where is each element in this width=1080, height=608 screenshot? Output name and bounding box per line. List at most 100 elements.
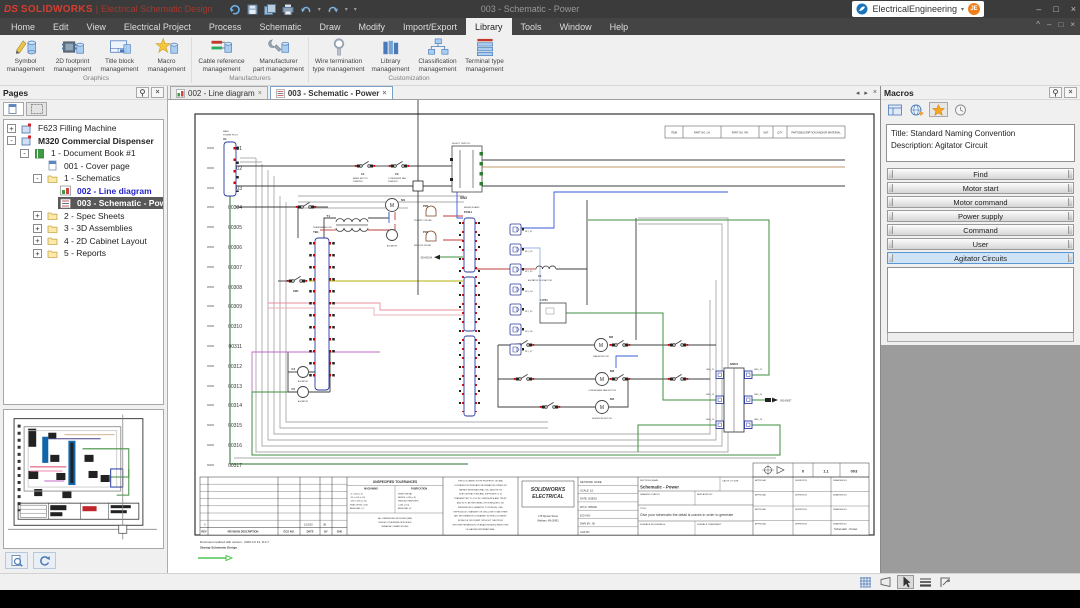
menu-view[interactable]: View — [78, 18, 115, 35]
print-icon[interactable] — [282, 3, 294, 16]
tree-item-3d-assemblies[interactable]: + 3 - 3D Assemblies — [4, 222, 163, 235]
macro-recent-icon[interactable] — [951, 102, 970, 117]
undo-dropdown-icon[interactable]: ▾ — [318, 6, 321, 13]
expand-toggle[interactable]: + — [7, 123, 16, 133]
title-block-management-button[interactable]: Title block management — [96, 35, 143, 75]
tab-line-diagram[interactable]: 002 - Line diagram × — [170, 86, 268, 99]
wire-termination-type-button[interactable]: Wire termination type management — [310, 35, 367, 75]
panel-pin-icon[interactable] — [136, 87, 149, 98]
drawing-area[interactable]: ITEM PART NO. LH PART NO. RH SHT QTY PAR… — [168, 100, 880, 573]
macro-favorites-icon[interactable] — [929, 102, 948, 117]
expand-toggle[interactable]: + — [33, 211, 42, 221]
tree-item-m320[interactable]: - M320 Commercial Dispenser — [4, 135, 163, 148]
panel-close-icon[interactable]: × — [151, 87, 164, 98]
preview-zoom-icon[interactable] — [5, 552, 28, 569]
pan-icon[interactable] — [229, 3, 241, 16]
tab-next-icon[interactable]: ▸ — [864, 89, 868, 97]
tab-prev-icon[interactable]: ◂ — [856, 89, 860, 97]
expand-toggle[interactable]: - — [33, 173, 42, 183]
menu-home[interactable]: Home — [2, 18, 44, 35]
classification-management-button[interactable]: Classification management — [414, 35, 461, 75]
doc-close-icon[interactable]: × — [1070, 20, 1075, 29]
macro-items-list[interactable] — [887, 267, 1074, 333]
qat-customize-icon[interactable]: ▾ — [354, 6, 357, 13]
macro-group-power-supply[interactable]: Power supply — [887, 210, 1074, 222]
save-all-icon[interactable] — [263, 3, 276, 16]
frames-view-tab-icon[interactable] — [26, 102, 47, 116]
pages-view-tab-icon[interactable] — [3, 102, 24, 116]
tree-item-schematic-power[interactable]: 003 - Schematic - Power — [4, 197, 163, 210]
macro-group-user[interactable]: User — [887, 238, 1074, 250]
expand-toggle[interactable]: - — [7, 136, 16, 146]
close-button[interactable]: × — [1071, 4, 1076, 14]
panel-close-icon[interactable]: × — [1064, 87, 1077, 98]
snap-corner-icon[interactable] — [937, 575, 954, 589]
expand-toggle[interactable]: - — [20, 148, 29, 158]
account-dropdown-icon[interactable]: ▾ — [961, 6, 964, 13]
avatar[interactable]: JE — [968, 3, 980, 15]
terminal-type-management-button[interactable]: Terminal type management — [461, 35, 508, 75]
manufacturer-part-management-button[interactable]: Manufacturer part management — [250, 35, 307, 75]
menu-help[interactable]: Help — [601, 18, 638, 35]
menu-schematic[interactable]: Schematic — [250, 18, 310, 35]
redo-icon[interactable] — [327, 3, 339, 16]
menu-process[interactable]: Process — [200, 18, 251, 35]
save-icon[interactable] — [247, 3, 258, 16]
expand-toggle[interactable]: + — [33, 248, 42, 258]
cable-reference-management-button[interactable]: Cable reference management — [193, 35, 250, 75]
view-fit-icon[interactable] — [877, 575, 894, 589]
page-thumbnail-preview[interactable] — [3, 409, 164, 549]
button-label: management — [6, 66, 45, 74]
grid-snap-icon[interactable] — [857, 575, 874, 589]
button-label: Library — [380, 58, 401, 65]
library-management-button[interactable]: Library management — [367, 35, 414, 75]
tree-item-cover-page[interactable]: 001 - Cover page — [4, 160, 163, 173]
redo-dropdown-icon[interactable]: ▾ — [345, 6, 348, 13]
footprint-management-button[interactable]: 2D footprint management — [49, 35, 96, 75]
tab-close-icon[interactable]: × — [382, 90, 386, 97]
line-weight-icon[interactable] — [917, 575, 934, 589]
undo-icon[interactable] — [300, 3, 312, 16]
panel-pin-icon[interactable] — [1049, 87, 1062, 98]
menu-edit[interactable]: Edit — [44, 18, 78, 35]
expand-toggle[interactable]: + — [33, 236, 42, 246]
menu-electrical-project[interactable]: Electrical Project — [115, 18, 200, 35]
doc-restore-icon[interactable]: □ — [1058, 20, 1063, 29]
expand-toggle[interactable]: + — [33, 223, 42, 233]
macro-group-command[interactable]: Command — [887, 224, 1074, 236]
maximize-button[interactable]: □ — [1053, 4, 1058, 14]
tree-item-2d-cabinet-layout[interactable]: + 4 - 2D Cabinet Layout — [4, 235, 163, 248]
svg-text:NETWORK NODE:: NETWORK NODE: — [580, 480, 602, 484]
ribbon-collapse-icon[interactable]: ^ — [1036, 20, 1040, 29]
macro-group-motor-start[interactable]: Motor start — [887, 182, 1074, 194]
macro-group-find[interactable]: Find — [887, 168, 1074, 180]
account-widget[interactable]: ElectricalEngineering ▾ JE — [852, 1, 984, 17]
tree-item-f623[interactable]: + F623 Filling Machine — [4, 122, 163, 135]
tree-item-document-book[interactable]: - 1 - Document Book #1 — [4, 147, 163, 160]
menu-window[interactable]: Window — [551, 18, 601, 35]
menu-import-export[interactable]: Import/Export — [394, 18, 466, 35]
menu-modify[interactable]: Modify — [349, 18, 394, 35]
tree-item-spec-sheets[interactable]: + 2 - Spec Sheets — [4, 210, 163, 223]
tab-list-close-icon[interactable]: × — [873, 89, 877, 97]
schematic-sheet[interactable]: ITEM PART NO. LH PART NO. RH SHT QTY PAR… — [168, 100, 880, 573]
macro-group-motor-command[interactable]: Motor command — [887, 196, 1074, 208]
macro-list-view-icon[interactable] — [885, 102, 904, 117]
menu-draw[interactable]: Draw — [310, 18, 349, 35]
symbol-management-button[interactable]: Symbol management — [2, 35, 49, 75]
menu-tools[interactable]: Tools — [512, 18, 551, 35]
tree-item-line-diagram[interactable]: 002 - Line diagram — [4, 185, 163, 198]
macro-management-button[interactable]: Macro management — [143, 35, 190, 75]
doc-minimize-icon[interactable]: – — [1047, 20, 1051, 29]
tree-item-schematics-folder[interactable]: - 1 - Schematics — [4, 172, 163, 185]
tab-close-icon[interactable]: × — [258, 90, 262, 97]
tree-item-reports[interactable]: + 5 - Reports — [4, 247, 163, 260]
menu-library[interactable]: Library — [466, 18, 512, 35]
macro-web-icon[interactable] — [907, 102, 926, 117]
selection-cursor-icon[interactable] — [897, 575, 914, 589]
button-label: Wire termination — [314, 58, 363, 65]
macro-group-agitator-circuits[interactable]: Agitator Circuits — [887, 252, 1074, 264]
tab-schematic-power[interactable]: 003 - Schematic - Power × — [269, 86, 393, 99]
minimize-button[interactable]: – — [1036, 4, 1041, 14]
refresh-icon[interactable] — [33, 552, 56, 569]
